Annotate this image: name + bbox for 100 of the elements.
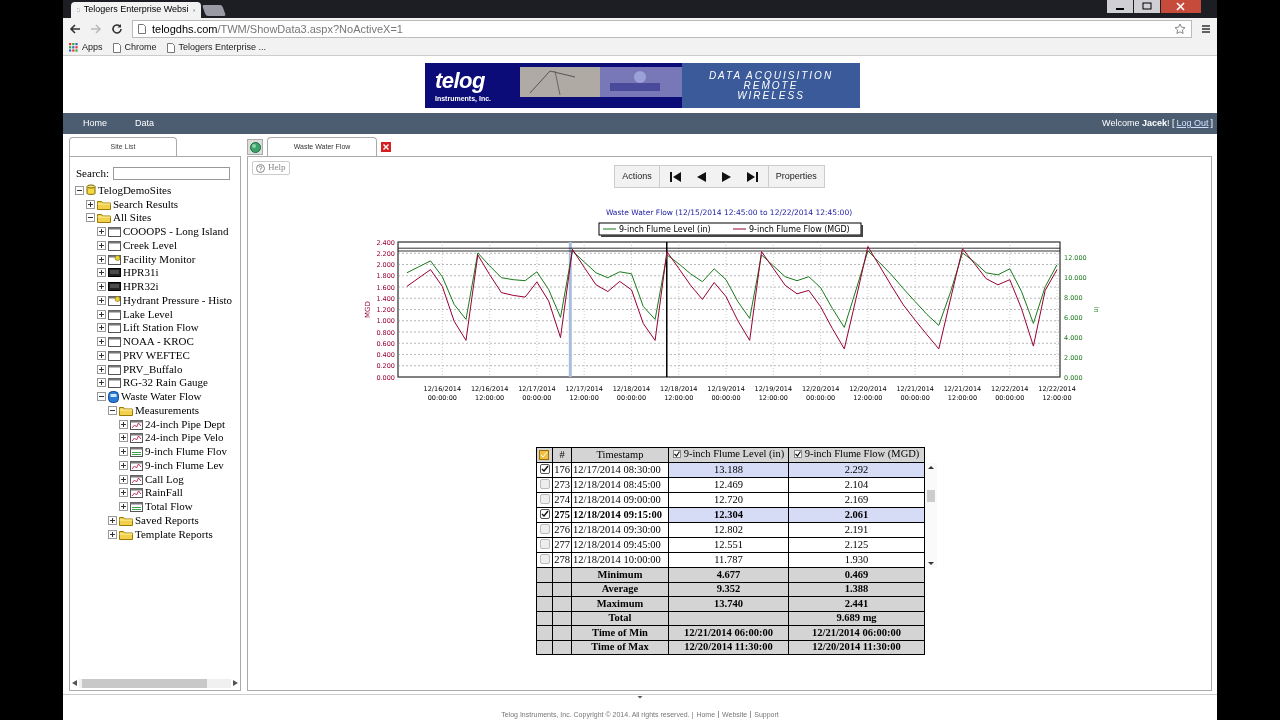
- nav-link[interactable]: Data: [135, 116, 155, 131]
- help-button[interactable]: Help: [252, 161, 290, 175]
- tree-item[interactable]: NOAA - KROC: [123, 336, 194, 348]
- reload-icon[interactable]: [111, 23, 123, 35]
- row-checkbox[interactable]: [539, 553, 550, 564]
- expand-icon[interactable]: [97, 323, 106, 333]
- column-header[interactable]: Timestamp: [571, 447, 669, 463]
- search-field[interactable]: [113, 166, 230, 180]
- back-icon[interactable]: [69, 23, 81, 35]
- row-checkbox[interactable]: [539, 509, 550, 520]
- collapse-icon[interactable]: [86, 213, 95, 223]
- column-header[interactable]: 9-inch Flume Level (in): [668, 447, 789, 463]
- expand-icon[interactable]: [97, 227, 106, 237]
- scroll-down-icon[interactable]: [928, 562, 934, 565]
- previous-icon[interactable]: [696, 171, 706, 182]
- column-header[interactable]: #: [552, 447, 572, 463]
- scroll-right-icon[interactable]: [233, 680, 238, 686]
- restore-icon[interactable]: [1134, 0, 1160, 13]
- tree-item[interactable]: Total Flow: [145, 501, 193, 513]
- last-icon[interactable]: [746, 171, 758, 182]
- tree-item[interactable]: 9-inch Flume Flov: [145, 446, 227, 458]
- collapse-icon[interactable]: [97, 392, 106, 402]
- row-checkbox[interactable]: [539, 538, 550, 549]
- bookmark[interactable]: Apps: [69, 40, 103, 55]
- address-bar[interactable]: telogdhs.com/TWM/ShowData3.aspx?NoActiveX=1: [132, 20, 1192, 38]
- horizontal-scrollbar[interactable]: [79, 678, 231, 688]
- nav-link[interactable]: Home: [83, 116, 107, 131]
- row-checkbox[interactable]: [539, 493, 550, 504]
- table-row[interactable]: 176 12/17/2014 08:30:00 13.188 2.292: [536, 462, 925, 478]
- new-tab-button[interactable]: [202, 5, 226, 16]
- tree-item[interactable]: PRV_Buffalo: [123, 363, 183, 375]
- checked-icon[interactable]: [793, 450, 802, 459]
- expand-icon[interactable]: [119, 474, 128, 484]
- actions-button[interactable]: Actions: [615, 166, 660, 187]
- tree-item[interactable]: All Sites: [113, 212, 152, 224]
- row-checkbox[interactable]: [539, 478, 550, 489]
- tree-item[interactable]: COOOPS - Long Island: [123, 226, 229, 238]
- close-icon[interactable]: [381, 142, 391, 152]
- table-row[interactable]: 273 12/18/2014 08:45:00 12.469 2.104: [536, 477, 925, 493]
- properties-button[interactable]: Properties: [768, 166, 824, 187]
- tree-item[interactable]: Template Reports: [135, 528, 213, 540]
- tree-item[interactable]: HPR32i: [123, 281, 159, 293]
- column-header[interactable]: 9-inch Flume Flow (MGD): [788, 447, 925, 463]
- scroll-thumb[interactable]: [927, 489, 935, 502]
- expand-icon[interactable]: [108, 529, 117, 539]
- scroll-up-icon[interactable]: [928, 466, 934, 469]
- expand-arrow-icon[interactable]: [637, 696, 643, 699]
- expand-icon[interactable]: [119, 460, 128, 470]
- expand-icon[interactable]: [108, 515, 117, 525]
- expand-icon[interactable]: [97, 378, 106, 388]
- tree-item[interactable]: TelogDemoSites: [98, 184, 172, 196]
- tree-item[interactable]: Saved Reports: [135, 514, 199, 526]
- next-icon[interactable]: [721, 171, 731, 182]
- tree-item[interactable]: RG-32 Rain Gauge: [123, 377, 208, 389]
- minimize-icon[interactable]: [1107, 0, 1133, 13]
- tree-item[interactable]: Measurements: [135, 404, 200, 416]
- select-all-icon[interactable]: [539, 450, 549, 460]
- tree-item[interactable]: Lake Level: [123, 308, 173, 320]
- expand-icon[interactable]: [97, 254, 106, 264]
- star-icon[interactable]: [1174, 23, 1186, 35]
- table-row[interactable]: 278 12/18/2014 10:00:00 11.787 1.930: [536, 552, 925, 568]
- table-row[interactable]: 276 12/18/2014 09:30:00 12.802 2.191: [536, 522, 925, 538]
- expand-icon[interactable]: [97, 282, 106, 292]
- menu-icon[interactable]: [1201, 24, 1211, 34]
- table-row[interactable]: 274 12/18/2014 09:00:00 12.720 2.169: [536, 492, 925, 508]
- expand-icon[interactable]: [97, 350, 106, 360]
- tree-item[interactable]: 9-inch Flume Lev: [145, 459, 224, 471]
- browser-tab[interactable]: Telogers Enterprise Websi: [71, 2, 201, 18]
- row-checkbox[interactable]: [539, 464, 550, 475]
- collapse-icon[interactable]: [75, 185, 84, 195]
- expand-icon[interactable]: [97, 364, 106, 374]
- bookmark[interactable]: Chrome: [112, 40, 157, 55]
- expand-icon[interactable]: [97, 268, 106, 278]
- close-window-icon[interactable]: [1161, 0, 1201, 13]
- row-checkbox[interactable]: [539, 523, 550, 534]
- table-row[interactable]: 277 12/18/2014 09:45:00 12.551 2.125: [536, 537, 925, 553]
- expand-icon[interactable]: [97, 240, 106, 250]
- expand-icon[interactable]: [97, 337, 106, 347]
- tree-item[interactable]: RainFall: [145, 487, 183, 499]
- tree-item[interactable]: Search Results: [113, 198, 179, 210]
- scroll-left-icon[interactable]: [72, 680, 77, 686]
- table-row[interactable]: 275 12/18/2014 09:15:00 12.304 2.061: [536, 507, 925, 523]
- tree-item[interactable]: HPR31i: [123, 267, 159, 279]
- expand-icon[interactable]: [97, 309, 106, 319]
- bookmark[interactable]: Telogers Enterprise ...: [166, 40, 267, 55]
- tree-item[interactable]: Creek Level: [123, 239, 178, 251]
- expand-icon[interactable]: [119, 419, 128, 429]
- tree-item[interactable]: PRV WEFTEC: [123, 349, 190, 361]
- expand-icon[interactable]: [119, 488, 128, 498]
- tree-item[interactable]: Call Log: [145, 473, 184, 485]
- home-tab[interactable]: [247, 139, 263, 155]
- checked-icon[interactable]: [672, 450, 681, 459]
- expand-icon[interactable]: [97, 295, 106, 305]
- tree-item[interactable]: 24-inch Pipe Velo: [145, 432, 224, 444]
- expand-icon[interactable]: [119, 502, 128, 512]
- tree-item[interactable]: Facility Monitor: [123, 253, 196, 265]
- tree-item[interactable]: 24-inch Pipe Dept: [145, 418, 226, 430]
- expand-icon[interactable]: [86, 199, 95, 209]
- first-icon[interactable]: [669, 171, 681, 182]
- vertical-scrollbar[interactable]: [925, 463, 937, 568]
